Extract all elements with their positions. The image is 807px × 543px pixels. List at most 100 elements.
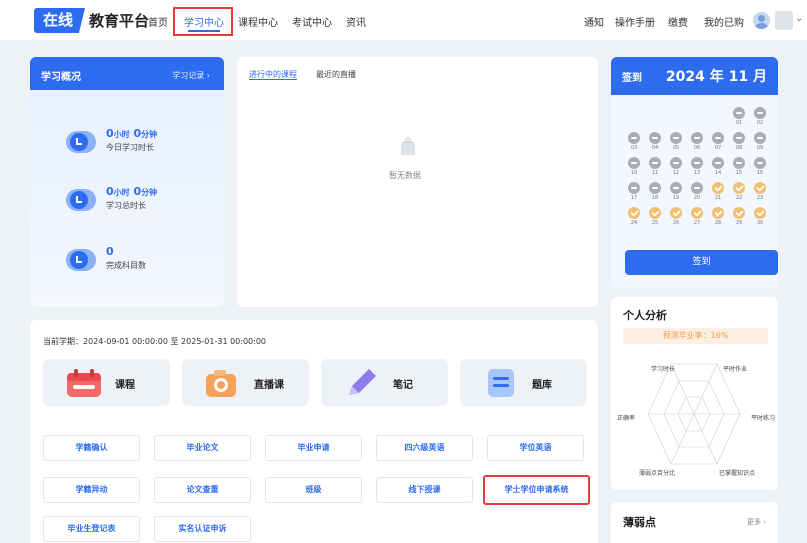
calendar-day[interactable]: 30	[752, 207, 768, 227]
nav-home[interactable]: 首页	[148, 14, 168, 29]
weak-points-more-link[interactable]: 更多 ›	[747, 517, 766, 527]
calendar-day-number: 25	[651, 220, 659, 226]
calendar-day[interactable]: 07	[710, 132, 726, 152]
nav-active-underline	[188, 30, 220, 32]
weak-points-title: 薄弱点	[623, 516, 656, 529]
calendar-day[interactable]: 15	[731, 157, 747, 177]
calendar-day-number: 22	[735, 195, 743, 201]
nav-course-center[interactable]: 课程中心	[238, 14, 278, 29]
calendar-day[interactable]: 05	[668, 132, 684, 152]
functions-panel: 当前学期：2024-09-01 00:00:00 至 2025-01-31 00…	[30, 320, 598, 543]
feature-course[interactable]: 课程	[43, 359, 170, 406]
study-overview-card: 学习概况 学习记录 › 0小时 0分钟 今日学习时长 0小时 0分钟 学习总时长…	[30, 57, 224, 307]
calendar-day[interactable]: 04	[647, 132, 663, 152]
btn-graduate-register[interactable]: 毕业生登记表	[43, 516, 140, 542]
btn-bachelor-degree-system[interactable]: 学士学位申请系统	[483, 475, 590, 505]
tab-recent-live[interactable]: 最近的直播	[316, 69, 356, 80]
graduation-prediction: 预测毕业率：16%	[623, 328, 768, 344]
radar-label: 正确率	[617, 415, 636, 422]
feature-question-bank-label: 题库	[532, 380, 552, 391]
calendar-day[interactable]: 28	[710, 207, 726, 227]
radar-label: 已掌握知识点	[719, 470, 756, 477]
avatar[interactable]	[753, 12, 770, 29]
calendar-day-number: 06	[693, 145, 701, 151]
minus-icon	[649, 157, 661, 169]
chevron-down-icon[interactable]: ⌄	[795, 13, 803, 24]
calendar-day[interactable]: 08	[731, 132, 747, 152]
pen-icon	[349, 369, 376, 395]
btn-graduation-apply[interactable]: 毕业申请	[265, 435, 362, 461]
nav-payment[interactable]: 缴费	[668, 14, 688, 29]
empty-box-icon	[401, 136, 415, 155]
calendar-day[interactable]: 12	[668, 157, 684, 177]
btn-offline-teaching[interactable]: 线下授课	[376, 477, 473, 503]
signin-button[interactable]: 签到	[625, 250, 778, 275]
calendar-day[interactable]: 24	[626, 207, 642, 227]
btn-plagiarism-check[interactable]: 论文查重	[154, 477, 251, 503]
calendar-day-number: 17	[630, 195, 638, 201]
btn-class[interactable]: 班级	[265, 477, 362, 503]
calendar-day[interactable]: 16	[752, 157, 768, 177]
nav-notice[interactable]: 通知	[584, 14, 604, 29]
calendar-day[interactable]: 25	[647, 207, 663, 227]
btn-enrollment-confirm[interactable]: 学籍确认	[43, 435, 140, 461]
calendar-day[interactable]: 23	[752, 182, 768, 202]
calendar-day[interactable]: 14	[710, 157, 726, 177]
nav-news[interactable]: 资讯	[346, 14, 366, 29]
calendar-day[interactable]: 29	[731, 207, 747, 227]
btn-enrollment-change[interactable]: 学籍异动	[43, 477, 140, 503]
calendar-day-number: 01	[735, 120, 743, 126]
calendar-day[interactable]: 18	[647, 182, 663, 202]
calendar-day[interactable]: 26	[668, 207, 684, 227]
calendar-day[interactable]: 13	[689, 157, 705, 177]
calendar-day[interactable]: 21	[710, 182, 726, 202]
nav-exam-center[interactable]: 考试中心	[292, 14, 332, 29]
calendar-day-number: 26	[672, 220, 680, 226]
check-icon	[628, 207, 640, 219]
calendar-day[interactable]: 17	[626, 182, 642, 202]
calendar-day[interactable]: 20	[689, 182, 705, 202]
check-icon	[691, 207, 703, 219]
feature-question-bank[interactable]: 题库	[460, 359, 587, 406]
btn-cet[interactable]: 四六级英语	[376, 435, 473, 461]
logo-name: 教育平台	[89, 12, 150, 30]
calendar-day-number: 21	[714, 195, 722, 201]
check-icon	[754, 182, 766, 194]
nav-purchased[interactable]: 我的已购	[704, 14, 744, 29]
btn-identity-appeal[interactable]: 实名认证申诉	[154, 516, 251, 542]
btn-thesis[interactable]: 毕业论文	[154, 435, 251, 461]
calendar-day-number: 11	[651, 170, 659, 176]
calendar-day-number: 02	[756, 120, 764, 126]
calendar-day-number: 05	[672, 145, 680, 151]
calendar-day[interactable]: 10	[626, 157, 642, 177]
course-panel: 进行中的课程 最近的直播	[237, 57, 598, 307]
check-icon	[733, 207, 745, 219]
total-study-time: 0小时 0分钟 学习总时长	[66, 185, 216, 215]
calendar-day[interactable]: 06	[689, 132, 705, 152]
btn-degree-english[interactable]: 学位英语	[487, 435, 584, 461]
today-time-value: 0小时 0分钟	[106, 127, 158, 140]
calendar-day[interactable]: 02	[752, 107, 768, 127]
calendar-day-number: 29	[735, 220, 743, 226]
tab-ongoing-courses[interactable]: 进行中的课程	[249, 69, 297, 80]
feature-notes-label: 笔记	[393, 380, 413, 391]
calendar-day[interactable]: 22	[731, 182, 747, 202]
calendar-day[interactable]: 01	[731, 107, 747, 127]
calendar-day[interactable]: 09	[752, 132, 768, 152]
weak-points-card: 薄弱点 更多 ›	[611, 502, 778, 543]
calendar-day[interactable]: 03	[626, 132, 642, 152]
nav-manual[interactable]: 操作手册	[615, 14, 655, 29]
check-icon	[649, 207, 661, 219]
radar-label: 平时作业	[723, 366, 748, 373]
calendar-day[interactable]: 19	[668, 182, 684, 202]
top-nav: 在线 教育平台 首页 学习中心 课程中心 考试中心 资讯 通知 操作手册 缴费 …	[0, 0, 807, 40]
calendar-day[interactable]: 27	[689, 207, 705, 227]
calendar-day-number: 12	[672, 170, 680, 176]
logo[interactable]: 在线 教育平台	[34, 8, 149, 33]
user-avatar-image[interactable]	[775, 11, 793, 30]
feature-notes[interactable]: 笔记	[321, 359, 448, 406]
calendar-day-number: 24	[630, 220, 638, 226]
feature-live[interactable]: 直播课	[182, 359, 309, 406]
study-record-link[interactable]: 学习记录 ›	[172, 70, 210, 81]
calendar-day[interactable]: 11	[647, 157, 663, 177]
